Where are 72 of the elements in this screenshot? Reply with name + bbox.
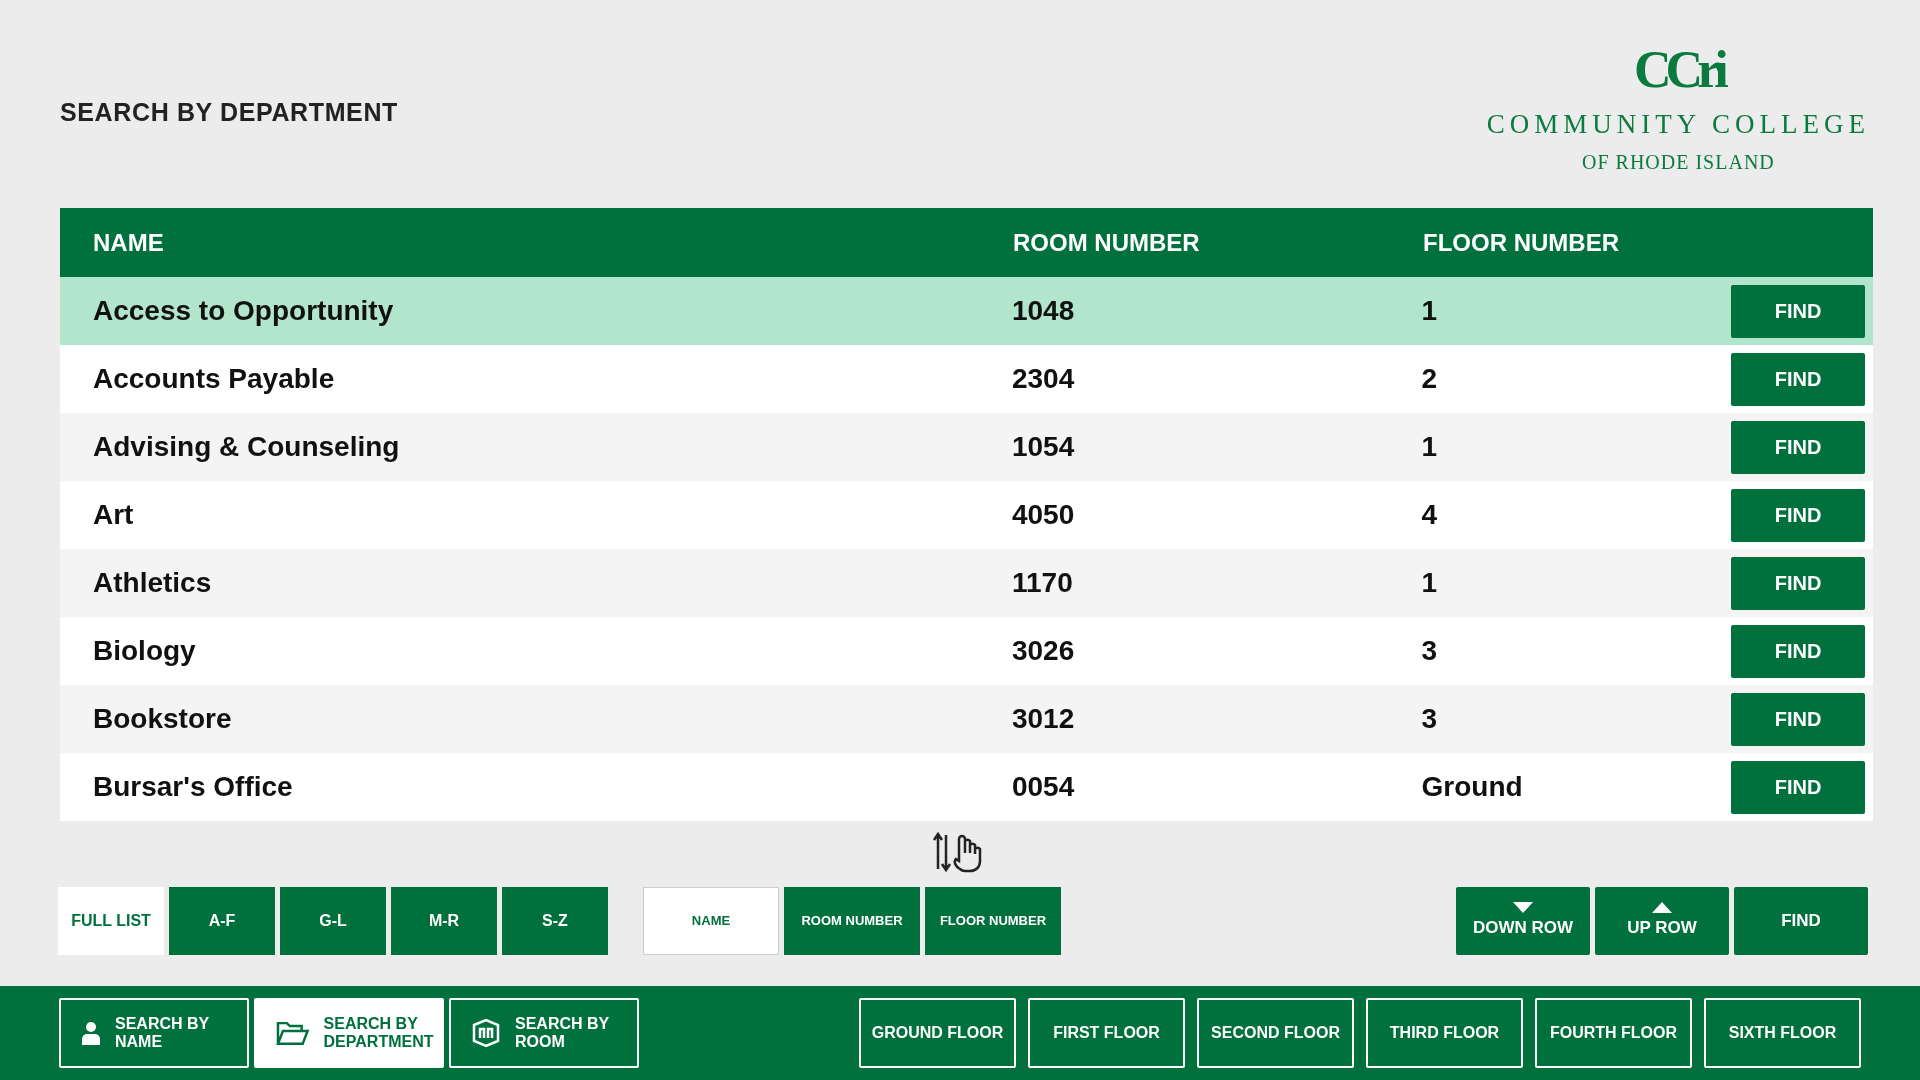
logo-text: COMMUNITY COLLEGE <box>1486 108 1870 141</box>
column-header: NAME <box>92 227 165 258</box>
sort-button[interactable]: FLOOR NUMBER <box>925 887 1061 955</box>
floor-button[interactable]: SIXTH FLOOR <box>1704 998 1861 1068</box>
filter-button[interactable]: FULL LIST <box>58 887 164 955</box>
table-cell: Ground <box>1421 771 1523 802</box>
table-cell: 1 <box>1421 431 1438 462</box>
column-header: ROOM NUMBER <box>1013 227 1201 258</box>
sort-button[interactable]: ROOM NUMBER <box>784 887 920 955</box>
search-mode-tab[interactable]: SEARCH BY ROOM <box>449 998 639 1068</box>
table-row[interactable]: Bookstore 3012 3 FIND <box>60 685 1873 753</box>
floor-button[interactable]: GROUND FLOOR <box>859 998 1016 1068</box>
table-cell: 3026 <box>1011 635 1075 666</box>
find-button[interactable]: FIND <box>1731 624 1865 678</box>
table-cell: 4 <box>1421 499 1438 530</box>
table-cell: Athletics <box>93 567 212 598</box>
find-button[interactable]: FIND <box>1731 284 1865 338</box>
table-row[interactable]: Athletics 1170 1 FIND <box>60 549 1873 617</box>
floor-button[interactable]: THIRD FLOOR <box>1366 998 1523 1068</box>
table-cell: Bookstore <box>93 703 232 734</box>
table-cell: 1048 <box>1011 295 1075 326</box>
logo-text: OF RHODE ISLAND <box>1582 149 1775 175</box>
filter-button[interactable]: S-Z <box>502 887 608 955</box>
table-row[interactable]: Bursar's Office 0054 Ground FIND <box>60 753 1873 821</box>
room-icon <box>471 1018 501 1048</box>
find-button[interactable]: FIND <box>1731 760 1865 814</box>
table-cell: Bursar's Office <box>93 771 293 802</box>
floor-button[interactable]: FOURTH FLOOR <box>1535 998 1692 1068</box>
table-cell: Biology <box>93 635 196 666</box>
filter-button[interactable]: G-L <box>280 887 386 955</box>
row-control-button[interactable]: FIND <box>1734 887 1868 955</box>
table-cell: Art <box>93 499 134 530</box>
table-row[interactable]: Advising & Counseling 1054 1 FIND <box>60 413 1873 481</box>
table-cell: 1 <box>1421 567 1438 598</box>
table-cell: 1 <box>1421 295 1438 326</box>
logo-mark: CCri <box>1634 42 1723 98</box>
table-cell: 1054 <box>1011 431 1075 462</box>
table-row[interactable]: Art 4050 4 FIND <box>60 481 1873 549</box>
table-cell: 2 <box>1421 363 1438 394</box>
find-button[interactable]: FIND <box>1731 488 1865 542</box>
table-cell: 2304 <box>1011 363 1075 394</box>
table-cell: Accounts Payable <box>93 363 335 394</box>
search-mode-tab[interactable]: SEARCH BY DEPARTMENT <box>254 998 444 1068</box>
table-row[interactable]: Access to Opportunity 1048 1 FIND <box>60 277 1873 345</box>
filter-button[interactable]: M-R <box>391 887 497 955</box>
floor-button[interactable]: SECOND FLOOR <box>1197 998 1354 1068</box>
floor-button[interactable]: FIRST FLOOR <box>1028 998 1185 1068</box>
table-row[interactable]: Accounts Payable 2304 2 FIND <box>60 345 1873 413</box>
find-button[interactable]: FIND <box>1731 352 1865 406</box>
table-cell: 3 <box>1421 703 1438 734</box>
person-icon <box>81 1021 101 1045</box>
sort-button[interactable]: NAME <box>643 887 779 955</box>
table-cell: 1170 <box>1011 567 1073 598</box>
row-control-button[interactable]: DOWN ROW <box>1456 887 1590 955</box>
down-triangle-icon <box>1513 901 1533 913</box>
find-button[interactable]: FIND <box>1731 556 1865 610</box>
table-cell: 4050 <box>1011 499 1075 530</box>
row-control-button[interactable]: UP ROW <box>1595 887 1729 955</box>
page-title: SEARCH BY DEPARTMENT <box>60 97 398 128</box>
table-cell: 3 <box>1421 635 1438 666</box>
table-cell: 3012 <box>1011 703 1075 734</box>
column-header: FLOOR NUMBER <box>1423 227 1620 258</box>
table-cell: Access to Opportunity <box>93 295 394 326</box>
table-cell: 0054 <box>1011 771 1075 802</box>
folder-icon <box>276 1020 310 1046</box>
find-button[interactable]: FIND <box>1731 420 1865 474</box>
up-triangle-icon <box>1652 901 1672 913</box>
filter-button[interactable]: A-F <box>169 887 275 955</box>
find-button[interactable]: FIND <box>1731 692 1865 746</box>
search-mode-tab[interactable]: SEARCH BY NAME <box>59 998 249 1068</box>
table-cell: Advising & Counseling <box>93 431 400 462</box>
table-row[interactable]: Biology 3026 3 FIND <box>60 617 1873 685</box>
